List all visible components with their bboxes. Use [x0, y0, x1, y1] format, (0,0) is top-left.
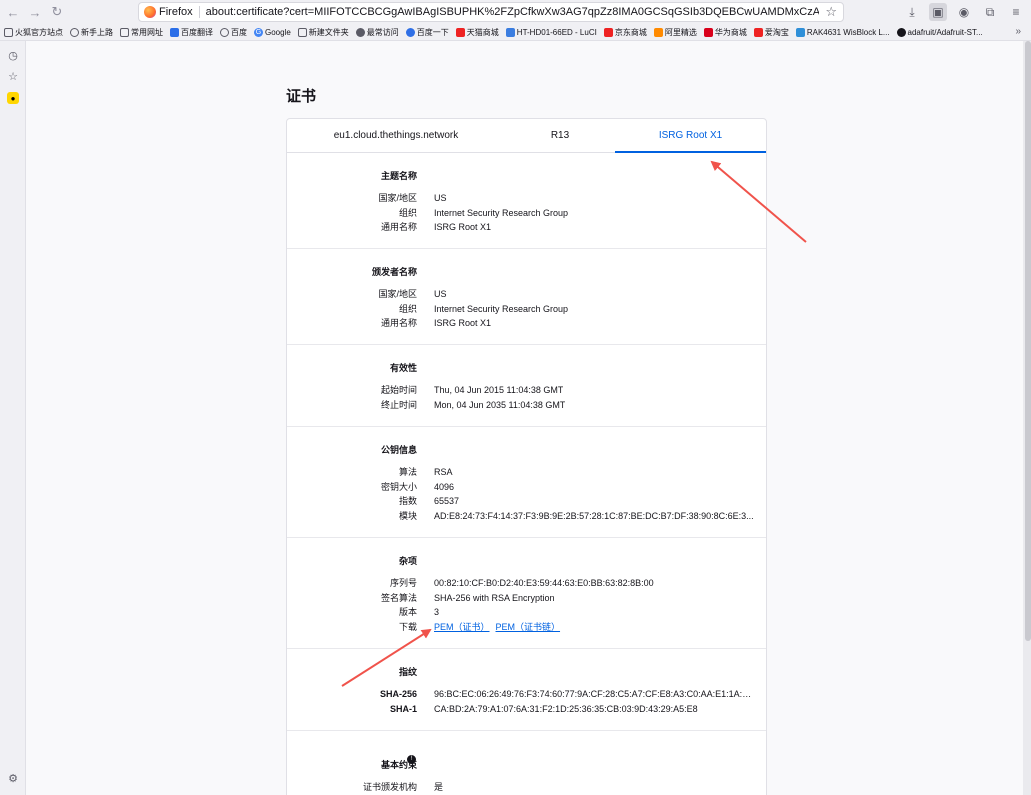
bookmark-folder[interactable]: 常用网址 — [120, 27, 163, 38]
page-title: 证书 — [286, 88, 317, 105]
field-row: 版本 3 — [398, 607, 440, 617]
section-basic-constraints: ! 基本约束 证书颁发机构是 — [287, 731, 766, 795]
section-title: 主题名称 — [380, 171, 417, 181]
bookmark-star-icon[interactable]: ☆ — [819, 4, 843, 20]
url-bar[interactable]: Firefox about:certificate?cert=MIIFOTCCB… — [138, 2, 844, 22]
field-row: 国家/地区 US — [378, 289, 447, 299]
bookmark-item[interactable]: 阿里精选 — [653, 27, 697, 38]
certificate-card: eu1.cloud.thethings.network R13 ISRG Roo… — [286, 118, 767, 795]
extension-icon[interactable]: ● — [7, 92, 19, 104]
certificate-tabs: eu1.cloud.thethings.network R13 ISRG Roo… — [287, 119, 766, 153]
url-text[interactable]: about:certificate?cert=MIIFOTCCBCGgAwIBA… — [206, 6, 820, 18]
tab-intermediate-certificate[interactable]: R13 — [505, 119, 615, 152]
bookmark-item[interactable]: G Google — [254, 27, 291, 37]
browser-sidebar: ◷ ☆ ● ⚙ — [0, 41, 26, 795]
field-row: SHA-256 96:BC:EC:06:26:49:76:F3:74:60:77:… — [379, 689, 754, 699]
field-row: 签名算法 SHA-256 with RSA Encryption — [380, 592, 555, 603]
section-title: 有效性 — [389, 363, 417, 373]
field-row: 组织 Internet Security Research Group — [398, 303, 569, 314]
bookmark-item[interactable]: 火狐官方站点 — [4, 27, 63, 38]
section-validity: 有效性 起始时间 Thu, 04 Jun 2015 11:04:38 GMT 终止… — [287, 345, 766, 427]
tab-root-certificate[interactable]: ISRG Root X1 — [615, 119, 766, 153]
tab-leaf-certificate[interactable]: eu1.cloud.thethings.network — [287, 119, 505, 152]
bookmark-item[interactable]: 天猫商城 — [455, 27, 499, 38]
browser-brand-label: Firefox — [159, 6, 200, 18]
field-row: 密钥大小 4096 — [380, 481, 455, 492]
forward-icon[interactable]: → — [26, 3, 44, 21]
back-icon[interactable]: ← — [4, 3, 22, 21]
field-row: 通用名称 ISRG Root X1 — [380, 222, 492, 232]
field-row: SHA-1 CA:BD:2A:79:A1:07:6A:31:F2:1D:25:36… — [389, 703, 698, 714]
bookmark-item[interactable]: 京东商城 — [603, 27, 647, 38]
field-row: 证书颁发机构是 — [362, 782, 444, 792]
download-pem-cert-link[interactable]: PEM（证书） — [434, 622, 490, 632]
section-issuer: 颁发者名称 国家/地区 US 组织 Internet Security Resear… — [287, 249, 766, 345]
history-icon[interactable]: ◷ — [7, 49, 19, 62]
account-icon[interactable]: ◉ — [955, 3, 973, 21]
bookmark-item[interactable]: 百度翻译 — [170, 27, 213, 38]
bookmarks-overflow-icon[interactable]: » — [1015, 26, 1021, 37]
bookmark-item[interactable]: 华为商城 — [703, 27, 747, 38]
firefox-logo-icon — [144, 6, 156, 18]
download-row: 下载 PEM（证书） PEM（证书链） — [398, 621, 561, 632]
section-title: 颁发者名称 — [371, 267, 417, 277]
section-title: 公钥信息 — [380, 445, 417, 455]
bookmark-item[interactable]: adafruit/Adafruit-ST... — [896, 27, 983, 37]
bookmark-item[interactable]: 百度 — [220, 27, 247, 38]
bookmark-item[interactable]: 新手上路 — [70, 27, 113, 38]
bookmark-item[interactable]: 爱淘宝 — [753, 27, 789, 38]
field-row: 国家/地区 US — [378, 193, 447, 203]
section-title: 杂项 — [398, 556, 417, 566]
field-row: 指数 65537 — [398, 496, 460, 506]
section-public-key: 公钥信息 算法 RSA 密钥大小 4096 指数 65537 模块 AD:E8:24:7… — [287, 427, 766, 538]
toolbar-right: ⤓ ▣ ◉ ⧉ ≡ — [903, 3, 1025, 21]
menu-icon[interactable]: ≡ — [1007, 3, 1025, 21]
scrollbar[interactable] — [1025, 41, 1031, 641]
section-title: 指纹 — [398, 667, 417, 677]
download-pem-chain-link[interactable]: PEM（证书链） — [496, 622, 561, 632]
field-row: 模块 AD:E8:24:73:F4:14:37:F3:9B:9E:2B:57:28… — [398, 510, 754, 521]
bookmarks-star-icon[interactable]: ☆ — [7, 70, 19, 83]
bookmark-item[interactable]: HT-HD01-66ED - LuCI — [505, 27, 597, 37]
section-subject: 主题名称 国家/地区 US 组织 Internet Security Researc… — [287, 153, 766, 249]
extensions-icon[interactable]: ⧉ — [981, 3, 999, 21]
field-row: 终止时间 Mon, 04 Jun 2035 11:04:38 GMT — [380, 399, 566, 410]
field-row: 组织 Internet Security Research Group — [398, 207, 569, 218]
download-icon[interactable]: ⤓ — [903, 3, 921, 21]
field-row: 起始时间 Thu, 04 Jun 2015 11:04:38 GMT — [380, 385, 564, 395]
bookmark-item[interactable]: RAK4631 WisBlock L... — [795, 27, 890, 37]
browser-toolbar: ← → ↻ Firefox about:certificate?cert=MII… — [0, 0, 1031, 24]
settings-gear-icon[interactable]: ⚙ — [7, 772, 19, 785]
section-fingerprints: 指纹 SHA-256 96:BC:EC:06:26:49:76:F3:74:60:… — [287, 649, 766, 731]
field-row: 通用名称 ISRG Root X1 — [380, 318, 492, 328]
sidebar-toggle-icon[interactable]: ▣ — [929, 3, 947, 21]
bookmark-folder[interactable]: 新建文件夹 — [297, 27, 349, 38]
bookmark-item[interactable]: 最常访问 — [355, 27, 399, 38]
section-misc: 杂项 序列号 00:82:10:CF:B0:D2:40:E3:59:44:63:E… — [287, 538, 766, 649]
field-row: 算法 RSA — [398, 467, 453, 477]
bookmark-item[interactable]: 百度一下 — [405, 27, 449, 38]
reload-icon[interactable]: ↻ — [48, 3, 66, 21]
section-title: 基本约束 — [380, 760, 417, 770]
field-row: 序列号 00:82:10:CF:B0:D2:40:E3:59:44:63:E0:B… — [389, 578, 654, 588]
bookmarks-bar: 火狐官方站点 新手上路 常用网址 百度翻译 百度 G Google 新建文件夹 最… — [0, 24, 1031, 41]
